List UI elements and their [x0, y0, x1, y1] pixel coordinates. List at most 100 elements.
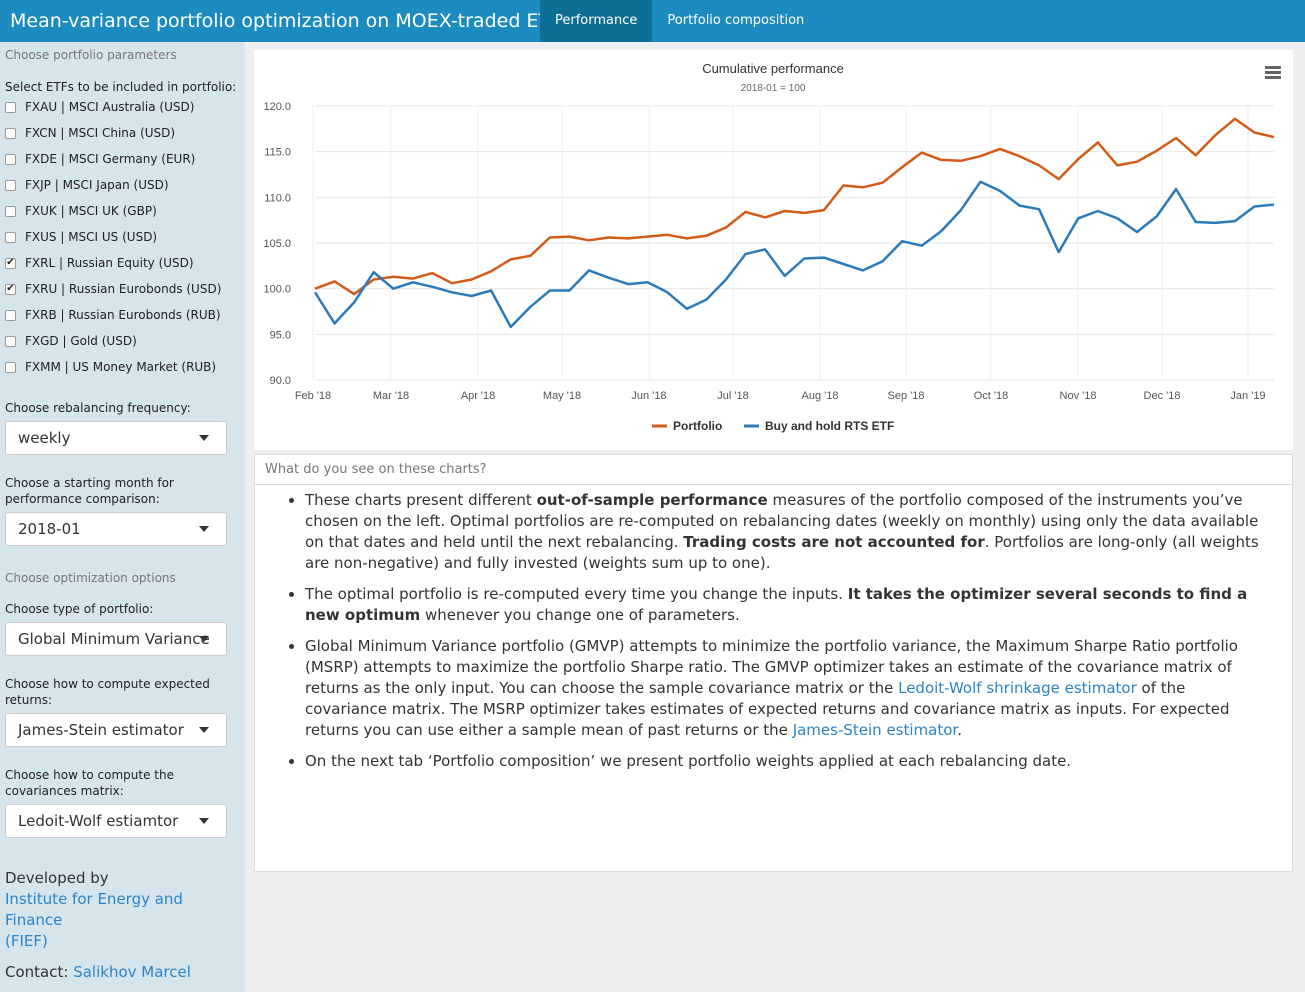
checkbox[interactable] — [5, 101, 16, 113]
tab-performance[interactable]: Performance — [540, 0, 653, 42]
checkbox[interactable] — [5, 335, 16, 347]
institute-link-line1: Institute for Energy and Finance — [5, 890, 183, 929]
etf-checkbox-row[interactable]: FXAU | MSCI Australia (USD) — [5, 94, 221, 120]
etf-checkbox-row[interactable]: ✔ FXRL | Russian Equity (USD) — [5, 250, 221, 276]
cov-label-line1: Choose how to compute the — [5, 768, 175, 782]
info-bold: out-of-sample performance — [536, 491, 768, 509]
x-tick-label: Sep '18 — [888, 390, 925, 402]
rebalancing-select[interactable]: weekly — [5, 421, 227, 455]
etf-checkbox-group: FXAU | MSCI Australia (USD) FXCN | MSCI C… — [5, 94, 221, 380]
y-tick-label: 95.0 — [270, 329, 291, 341]
returns-label-line1: Choose how to compute expected — [5, 677, 210, 691]
start-month-label-line1: Choose a starting month for — [5, 476, 174, 490]
etf-label: FXMM | US Money Market (RUB) — [25, 360, 217, 374]
checkbox[interactable] — [5, 127, 16, 139]
contact-label: Contact: — [5, 963, 69, 981]
ledoit-wolf-link[interactable]: Ledoit-Wolf shrinkage estimator — [898, 679, 1137, 697]
start-month-value: 2018-01 — [18, 520, 81, 538]
info-bullet-1: These charts present different out-of-sa… — [305, 490, 1272, 574]
sidebar: Choose portfolio parameters Select ETFs … — [0, 42, 245, 992]
y-tick-label: 90.0 — [270, 375, 291, 387]
etf-checkbox-row[interactable]: FXCN | MSCI China (USD) — [5, 120, 221, 146]
info-text: The optimal portfolio is re-computed eve… — [305, 585, 848, 603]
portfolio-type-label: Choose type of portfolio: — [5, 602, 154, 616]
checkbox[interactable] — [5, 205, 16, 217]
x-tick-label: Feb '18 — [295, 390, 331, 402]
etf-label: FXJP | MSCI Japan (USD) — [25, 178, 169, 192]
info-bullet-2: The optimal portfolio is re-computed eve… — [305, 584, 1272, 626]
app-title: Mean-variance portfolio optimization on … — [10, 10, 571, 32]
legend-item[interactable]: Buy and hold RTS ETF — [765, 419, 894, 433]
cumulative-performance-chart: Cumulative performance 2018-01 = 100 90.… — [263, 61, 1275, 433]
rebalancing-value: weekly — [18, 429, 71, 447]
chevron-down-icon — [199, 727, 209, 733]
info-bullet-3: Global Minimum Variance portfolio (GMVP)… — [305, 636, 1272, 741]
chevron-down-icon — [199, 818, 209, 824]
info-text: . — [957, 721, 962, 739]
chevron-down-icon — [199, 435, 209, 441]
opt-section-title: Choose optimization options — [5, 571, 176, 585]
etf-checkbox-row[interactable]: FXUK | MSCI UK (GBP) — [5, 198, 221, 224]
checkbox[interactable] — [5, 361, 16, 373]
etf-checkbox-row[interactable]: FXDE | MSCI Germany (EUR) — [5, 146, 221, 172]
tab-portfolio-composition[interactable]: Portfolio composition — [652, 0, 819, 42]
params-section-title: Choose portfolio parameters — [5, 48, 177, 62]
chart-menu-icon[interactable] — [1265, 66, 1281, 80]
cov-select[interactable]: Ledoit-Wolf estiamtor — [5, 804, 227, 838]
checkbox[interactable] — [5, 231, 16, 243]
info-text: These charts present different — [305, 491, 537, 509]
etf-label: FXUK | MSCI UK (GBP) — [25, 204, 157, 218]
etf-label: FXCN | MSCI China (USD) — [25, 126, 176, 140]
cov-label: Choose how to compute the covariances ma… — [5, 767, 174, 799]
x-tick-label: Dec '18 — [1144, 390, 1181, 402]
cov-label-line2: covariances matrix: — [5, 784, 124, 798]
institute-link[interactable]: Institute for Energy and Finance (FIEF) — [5, 890, 183, 950]
etf-checkbox-row[interactable]: FXUS | MSCI US (USD) — [5, 224, 221, 250]
x-tick-label: Jul '18 — [717, 390, 748, 402]
contact-line: Contact: Salikhov Marcel — [5, 962, 245, 983]
x-tick-label: Nov '18 — [1060, 390, 1097, 402]
chevron-down-icon — [199, 636, 209, 642]
chart-panel: Cumulative performance 2018-01 = 100 90.… — [254, 50, 1293, 450]
contact-link[interactable]: Salikhov Marcel — [73, 963, 191, 981]
etf-checkbox-row[interactable]: FXRB | Russian Eurobonds (RUB) — [5, 302, 221, 328]
developed-by-text: Developed by — [5, 869, 109, 887]
etf-checkbox-row[interactable]: FXMM | US Money Market (RUB) — [5, 354, 221, 380]
chevron-down-icon — [199, 526, 209, 532]
info-bullets: These charts present different out-of-sa… — [255, 485, 1292, 772]
etf-checkbox-row[interactable]: FXGD | Gold (USD) — [5, 328, 221, 354]
portfolio-type-select[interactable]: Global Minimum Variance — [5, 622, 227, 656]
checkbox[interactable] — [5, 179, 16, 191]
start-month-select[interactable]: 2018-01 — [5, 512, 227, 546]
returns-label: Choose how to compute expected returns: — [5, 676, 210, 708]
info-bullet-4: On the next tab ‘Portfolio composition’ … — [305, 751, 1272, 772]
x-tick-label: Jan '19 — [1230, 390, 1265, 402]
checkbox[interactable] — [5, 153, 16, 165]
etf-label: FXAU | MSCI Australia (USD) — [25, 100, 195, 114]
series-line-buy-and-hold-rts[interactable] — [313, 180, 1275, 329]
info-bold: Trading costs are not accounted for — [683, 533, 985, 551]
checkbox[interactable] — [5, 309, 16, 321]
x-tick-label: Aug '18 — [802, 390, 839, 402]
etf-select-label: Select ETFs to be included in portfolio: — [5, 80, 237, 94]
x-tick-label: May '18 — [543, 390, 581, 402]
info-text: On the next tab ‘Portfolio composition’ … — [305, 752, 1072, 770]
etf-label: FXDE | MSCI Germany (EUR) — [25, 152, 196, 166]
etf-checkbox-row[interactable]: ✔ FXRU | Russian Eurobonds (USD) — [5, 276, 221, 302]
james-stein-link[interactable]: James-Stein estimator — [793, 721, 958, 739]
returns-label-line2: returns: — [5, 693, 52, 707]
checkbox[interactable]: ✔ — [5, 283, 16, 295]
returns-select[interactable]: James-Stein estimator — [5, 713, 227, 747]
portfolio-type-value: Global Minimum Variance — [18, 630, 210, 648]
start-month-label: Choose a starting month for performance … — [5, 475, 174, 507]
etf-checkbox-row[interactable]: FXJP | MSCI Japan (USD) — [5, 172, 221, 198]
x-tick-label: Apr '18 — [461, 390, 496, 402]
legend-item[interactable]: Portfolio — [673, 419, 722, 433]
rebalancing-label: Choose rebalancing frequency: — [5, 401, 191, 415]
etf-label: FXRL | Russian Equity (USD) — [25, 256, 194, 270]
etf-label: FXUS | MSCI US (USD) — [25, 230, 158, 244]
checkbox[interactable]: ✔ — [5, 257, 16, 269]
info-panel-title: What do you see on these charts? — [255, 455, 1292, 485]
y-tick-label: 110.0 — [264, 192, 291, 204]
y-tick-label: 105.0 — [263, 238, 291, 250]
